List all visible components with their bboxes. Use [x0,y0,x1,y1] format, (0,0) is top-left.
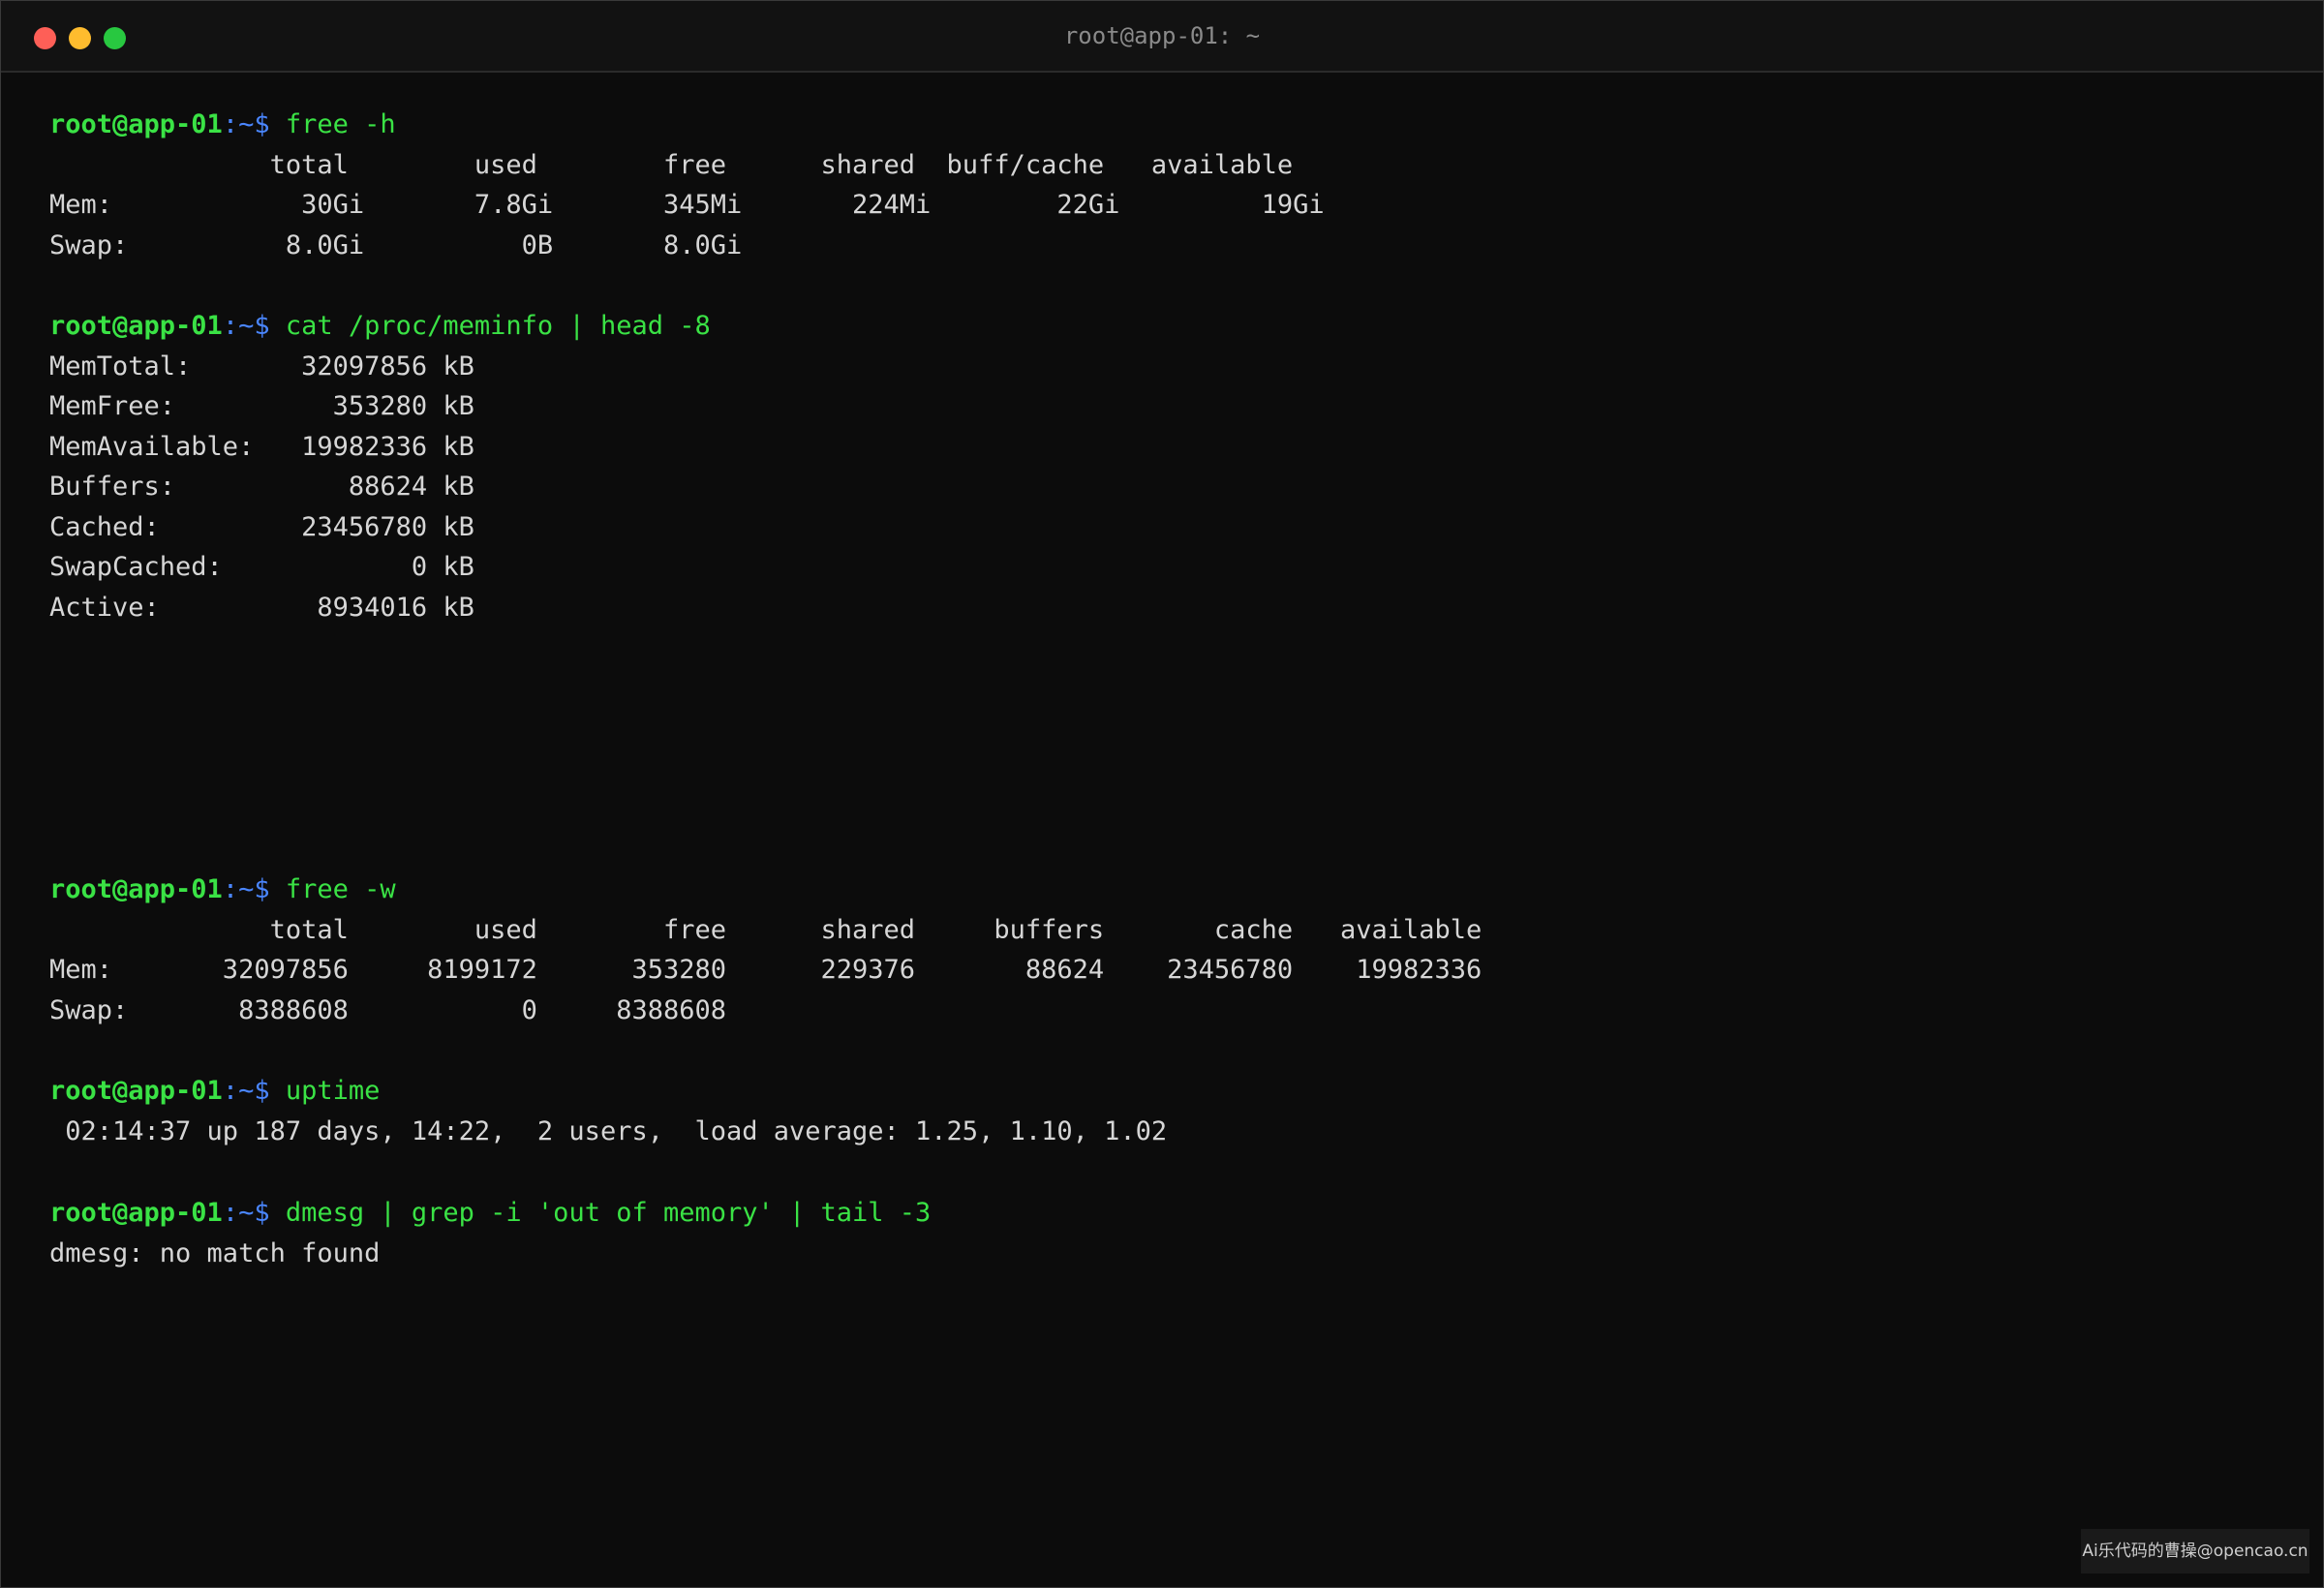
prompt-user-host: root@app-01 [49,1076,223,1106]
output-line: Active: 8934016 kB [49,592,474,623]
prompt-user-host: root@app-01 [49,1198,223,1228]
output-line: MemTotal: 32097856 kB [49,351,474,382]
prompt-path: :~ [222,109,255,139]
output-line: Cached: 23456780 kB [49,511,474,542]
prompt-symbol: $ [254,1198,286,1228]
prompt-user-host: root@app-01 [49,109,223,139]
output-line: total used free shared buff/cache availa… [49,149,1294,180]
prompt-line: root@app-01:~$ cat /proc/meminfo | head … [49,311,711,342]
window-title: root@app-01: ~ [1063,22,1261,49]
prompt-user-host: root@app-01 [49,874,223,904]
output-line: 02:14:37 up 187 days, 14:22, 2 users, lo… [49,1115,1168,1146]
command-text: free -h [285,109,396,139]
prompt-user-host: root@app-01 [49,311,223,341]
output-line: MemAvailable: 19982336 kB [49,431,474,462]
prompt-line: root@app-01:~$ free -h [49,109,396,140]
terminal-window: root@app-01: ~ root@app-01:~$ free -h to… [0,0,2324,1588]
output-line: total used free shared buffers cache ava… [49,914,1483,945]
output-line: Buffers: 88624 kB [49,472,474,502]
command-text: dmesg | grep -i 'out of memory' | tail -… [285,1198,932,1228]
command-text: uptime [285,1076,381,1106]
prompt-path: :~ [222,874,255,904]
prompt-line: root@app-01:~$ uptime [49,1076,380,1107]
title-bar: root@app-01: ~ [1,1,2323,73]
prompt-path: :~ [222,1198,255,1228]
prompt-symbol: $ [254,874,286,904]
output-line: dmesg: no match found [49,1237,381,1268]
prompt-line: root@app-01:~$ free -w [49,874,396,905]
output-line: Mem: 32097856 8199172 353280 229376 8862… [49,955,1483,985]
prompt-symbol: $ [254,311,286,341]
prompt-path: :~ [222,311,255,341]
output-line: Swap: 8.0Gi 0B 8.0Gi [49,229,743,260]
prompt-line: root@app-01:~$ dmesg | grep -i 'out of m… [49,1198,931,1229]
output-line: SwapCached: 0 kB [49,552,474,582]
output-line: MemFree: 353280 kB [49,391,474,421]
prompt-symbol: $ [254,109,286,139]
output-line: Mem: 30Gi 7.8Gi 345Mi 224Mi 22Gi 19Gi [49,190,1325,220]
prompt-symbol: $ [254,1076,286,1106]
command-text: cat /proc/meminfo | head -8 [285,311,711,341]
command-text: free -w [285,874,396,904]
output-line: Swap: 8388608 0 8388608 [49,994,726,1025]
watermark: Ai乐代码的曹操@opencao.cn [2081,1529,2309,1573]
prompt-path: :~ [222,1076,255,1106]
